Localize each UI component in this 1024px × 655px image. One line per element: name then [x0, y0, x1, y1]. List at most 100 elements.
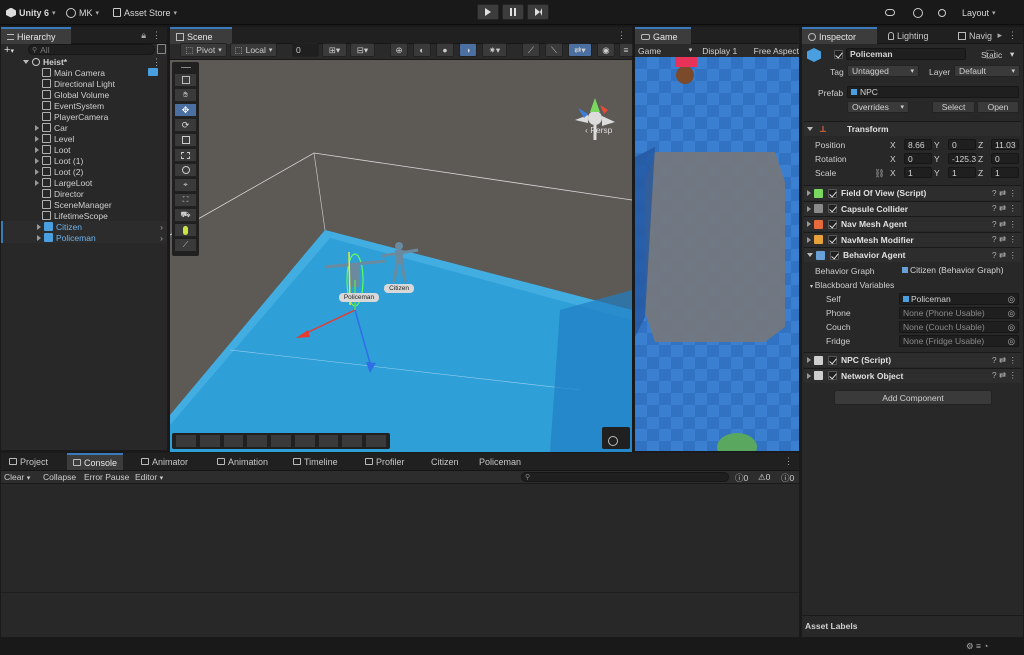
console-search-input[interactable]: ⚲	[521, 472, 729, 482]
scale-tool-icon[interactable]	[175, 134, 196, 147]
editor-dropdown[interactable]: Editor ▾	[135, 472, 163, 482]
scene-root-row[interactable]: Heist*	[1, 56, 167, 67]
position-x-field[interactable]: 8.66	[904, 139, 932, 150]
component-header[interactable]: Field Of View (Script) ? ⇄ ⋮	[804, 185, 1021, 200]
static-dropdown-icon[interactable]: ▾	[1010, 49, 1014, 60]
warning-count-toggle[interactable]: ⚠︎0	[758, 472, 770, 483]
scale-x-field[interactable]: 1	[904, 167, 932, 178]
grid-toggle-icon[interactable]: ⊞▾	[322, 43, 347, 57]
snap-move-icon[interactable]	[176, 435, 196, 447]
status-icons[interactable]: ⚙︎ ≡ ◔	[966, 641, 988, 652]
audio-toggle-icon[interactable]: ◑	[459, 43, 477, 57]
object-name-field[interactable]: Policeman	[846, 48, 966, 60]
error-pause-toggle[interactable]: Error Pause	[84, 472, 129, 482]
pan-icon[interactable]	[318, 435, 339, 447]
component-menu-icons[interactable]: ? ⇄ ⋮	[992, 355, 1017, 366]
snap-toggle-icon[interactable]: ⊟▾	[350, 43, 375, 57]
2d-toggle-icon[interactable]: ◐	[413, 43, 431, 57]
position-y-field[interactable]: 0	[948, 139, 976, 150]
history-icon[interactable]	[913, 6, 923, 19]
hierarchy-item[interactable]: Global Volume	[1, 89, 167, 100]
collapsed-arrow-icon[interactable]	[37, 223, 41, 230]
component-header[interactable]: Capsule Collider ? ⇄ ⋮	[804, 200, 1021, 216]
hierarchy-item[interactable]: SceneManager	[1, 199, 167, 210]
zoom-icon[interactable]	[294, 435, 315, 447]
blackboard-label[interactable]: ▾ Blackboard Variables	[810, 280, 894, 290]
transform-header[interactable]: ⟂ Transform	[804, 121, 1021, 136]
account-button[interactable]: MK ▾	[66, 6, 99, 19]
component-enabled-checkbox[interactable]	[828, 219, 837, 229]
collapse-toggle[interactable]: Collapse	[43, 472, 76, 482]
shading-icon[interactable]	[247, 435, 268, 447]
rotation-z-field[interactable]: 0	[991, 153, 1019, 164]
collab-icon[interactable]	[885, 6, 895, 19]
hierarchy-item[interactable]: LargeLoot	[1, 177, 167, 188]
component-header[interactable]: NPC (Script) ? ⇄ ⋮	[804, 352, 1021, 367]
grid-snap-icon[interactable]	[223, 435, 244, 447]
behavior-graph-field[interactable]: Citizen (Behavior Graph)	[899, 264, 1019, 276]
component-header[interactable]: Nav Mesh Agent ? ⇄ ⋮	[804, 216, 1021, 232]
blackboard-var-field[interactable]: None (Couch Usable) ◎	[899, 321, 1019, 333]
tab-scene[interactable]: Scene	[170, 27, 232, 44]
scale-z-field[interactable]: 1	[991, 167, 1019, 178]
component-tool-icon[interactable]: ⛶	[175, 194, 196, 207]
object-picker-icon[interactable]: ◎	[1008, 294, 1015, 305]
blackboard-var-field[interactable]: None (Phone Usable) ◎	[899, 307, 1019, 319]
rect-tool-icon[interactable]	[175, 149, 196, 162]
chevron-right-icon[interactable]: ›	[160, 233, 163, 243]
collapsed-arrow-icon[interactable]	[35, 179, 39, 186]
effects-dropdown-icon[interactable]: ✷▾	[482, 43, 507, 57]
path-tool-icon[interactable]: ⟋	[175, 239, 196, 252]
hierarchy-search-input[interactable]: ⚲ All	[28, 44, 155, 55]
hidden-objects-icon[interactable]: ⟋	[522, 43, 540, 57]
scene-viewport[interactable]	[170, 60, 632, 452]
component-menu-icons[interactable]: ? ⇄ ⋮	[992, 370, 1017, 381]
custom-tool-icon[interactable]: ⌖	[175, 179, 196, 192]
component-enabled-checkbox[interactable]	[830, 250, 839, 260]
layout-dropdown[interactable]: Layout ▾	[962, 6, 996, 19]
component-menu-icons[interactable]: ? ⇄ ⋮	[992, 234, 1017, 245]
collapsed-arrow-icon[interactable]	[35, 124, 39, 131]
tab-console[interactable]: Console	[67, 453, 124, 470]
pivot-dropdown[interactable]: ⬚ Pivot ▾	[180, 43, 227, 57]
hand-tool-icon[interactable]: ✋︎	[175, 89, 196, 102]
tab-citizen[interactable]: Citizen	[425, 453, 465, 470]
hierarchy-item[interactable]: Loot (2)	[1, 166, 167, 177]
gizmos-toggle-icon[interactable]: ⇄▾	[568, 43, 592, 57]
prefab-field[interactable]: NPC	[847, 86, 1019, 98]
component-menu-icons[interactable]: ? ⇄ ⋮	[992, 188, 1017, 199]
clear-dropdown[interactable]: Clear ▾	[4, 472, 30, 482]
local-dropdown[interactable]: ⬚ Local ▾	[230, 43, 277, 57]
collapsed-arrow-icon[interactable]	[35, 146, 39, 153]
component-enabled-checkbox[interactable]	[828, 371, 837, 381]
asset-labels-section[interactable]: Asset Labels	[802, 615, 1023, 632]
asset-store-button[interactable]: Asset Store ▾	[113, 6, 177, 19]
game-viewport[interactable]	[635, 57, 799, 451]
component-header[interactable]: NavMesh Modifier ? ⇄ ⋮	[804, 231, 1021, 247]
hierarchy-item[interactable]: Main Camera	[1, 67, 167, 78]
step-button[interactable]	[527, 4, 549, 20]
tab-policeman[interactable]: Policeman	[473, 453, 527, 470]
transform-tool-icon[interactable]	[175, 164, 196, 177]
draw-mode-icon[interactable]: ⊕	[390, 43, 408, 57]
aspect-dropdown[interactable]: Free Aspect	[748, 46, 799, 56]
component-enabled-checkbox[interactable]	[828, 188, 837, 198]
inspector-tab-menu[interactable]: ▸ ⋮	[997, 30, 1017, 41]
hierarchy-item[interactable]: EventSystem	[1, 100, 167, 111]
scene-tab-menu[interactable]: ⋮	[617, 30, 626, 41]
camera-icon[interactable]	[342, 435, 363, 447]
object-picker-icon[interactable]: ◎	[1008, 336, 1015, 347]
component-enabled-checkbox[interactable]	[828, 355, 837, 365]
object-picker-icon[interactable]: ◎	[1008, 308, 1015, 319]
move-tool-icon[interactable]: ✥	[175, 104, 196, 117]
hierarchy-item[interactable]: Loot	[1, 144, 167, 155]
collider-tool-icon[interactable]	[175, 224, 196, 237]
drag-handle-icon[interactable]	[175, 65, 196, 70]
tab-animation[interactable]: Animation	[211, 453, 274, 470]
game-mode-dropdown[interactable]: Game ▾	[635, 46, 696, 56]
rotate-tool-icon[interactable]: ⟳	[175, 119, 196, 132]
tab-hierarchy[interactable]: Hierarchy	[1, 27, 71, 44]
component-menu-icons[interactable]: ? ⇄ ⋮	[992, 219, 1017, 230]
hierarchy-item[interactable]: LifetimeScope	[1, 210, 167, 221]
persp-label[interactable]: ‹ Persp	[585, 125, 612, 135]
